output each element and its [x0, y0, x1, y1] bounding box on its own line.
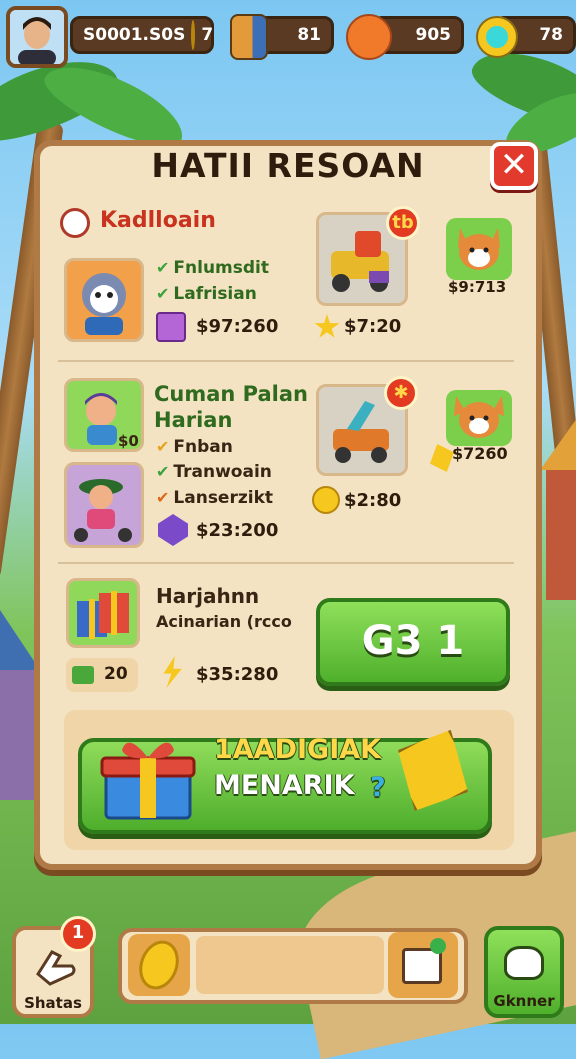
gallery-label: Gknner [493, 992, 555, 1010]
avatar-icon [10, 10, 64, 64]
gift-bundle-icon [77, 591, 129, 639]
section-2-rider-card[interactable] [64, 462, 144, 548]
gem-icon [476, 16, 518, 58]
crate-amount: 81 [297, 25, 321, 45]
player-avatar[interactable] [6, 6, 68, 68]
notification-badge: 1 [60, 916, 96, 952]
divider [58, 562, 514, 564]
banner-line-1: 1AADIGIAK [214, 734, 382, 765]
banner-question-mark: ? [370, 772, 386, 803]
cash-stack-icon [72, 666, 94, 684]
section-2-header-line-2: Harian [154, 408, 233, 432]
section-1-character-card[interactable] [64, 258, 144, 342]
gift-box-icon [156, 312, 186, 342]
section-2-car-badge: ✱ [384, 376, 418, 410]
fruit-amount: 905 [415, 25, 452, 45]
raccoon-character-icon [82, 273, 126, 335]
crate-icon [230, 14, 268, 60]
fox-pet-icon [458, 228, 500, 270]
hut-right [540, 400, 576, 600]
cloud-icon [504, 946, 544, 980]
coin-counter[interactable]: S0001.S0S 7 [70, 16, 214, 54]
check-icon: ✔ [156, 462, 170, 481]
section-2-item-3: ✔ Lanserzikt [156, 488, 273, 508]
claim-button[interactable]: G3 1 [316, 598, 510, 686]
rider-character-icon [74, 479, 132, 542]
section-1-item-2: ✔ Lafrisian [156, 284, 257, 304]
check-icon: ✔ [156, 488, 170, 507]
section-3-header: Harjahnn [156, 584, 260, 608]
dog-pet-icon [454, 396, 504, 438]
section-2-reward-price: $23:200 [196, 520, 279, 541]
coin-slot-button[interactable] [128, 934, 190, 996]
coin-cluster-icon [312, 486, 340, 514]
gem-amount: 78 [539, 25, 563, 45]
progress-track [196, 936, 384, 994]
gift-box-large-icon [100, 730, 196, 822]
coin-icon [191, 20, 196, 50]
cash-amount: 20 [104, 664, 128, 684]
section-3-gift-card[interactable] [66, 578, 140, 648]
coin-extra: 7 [201, 25, 214, 45]
gem-small-icon [430, 938, 446, 954]
close-icon: ✕ [499, 145, 529, 185]
section-2-char-count: $0 [118, 432, 139, 450]
section-2-header-line-1: Cuman Palan [154, 382, 308, 406]
check-icon: ✔ [156, 284, 170, 303]
section-1-header: Kadlloain [100, 208, 216, 233]
status-label: Shatas [24, 994, 82, 1012]
section-3-subheader: Acinarian (rcco [156, 612, 292, 631]
section-1-icon [60, 208, 90, 238]
section-1-car-price: $7:20 [344, 316, 402, 337]
section-2-item-1: ✔ Fnban [156, 437, 233, 457]
orange-fruit-icon [346, 14, 392, 60]
gallery-button[interactable]: Gknner [484, 926, 564, 1018]
divider [58, 360, 514, 362]
section-3-price: $35:280 [196, 664, 279, 685]
section-2-pet-price: $7260 [452, 444, 508, 463]
box-slot-button[interactable] [388, 932, 458, 998]
check-icon: ✔ [156, 258, 170, 277]
check-icon: ✔ [156, 437, 170, 456]
coin-amount: S0001.S0S [83, 25, 186, 45]
section-1-reward-price: $97:260 [196, 316, 279, 337]
section-2-pet-card[interactable] [446, 390, 512, 446]
cash-chip[interactable]: 20 [66, 658, 138, 692]
section-1-pet-card[interactable] [446, 218, 512, 280]
section-2-car-price: $2:80 [344, 490, 402, 511]
banner-line-2: MENARIK [214, 770, 355, 801]
top-resource-bar: S0001.S0S 7 81 905 78 [0, 0, 576, 72]
gold-coin-icon [132, 935, 186, 995]
section-2-item-2: ✔ Tranwoain [156, 462, 272, 482]
section-1-item-1: ✔ Fnlumsdit [156, 258, 270, 278]
close-button[interactable]: ✕ [490, 142, 538, 190]
section-1-car-badge: tb [386, 206, 420, 240]
section-1-pet-price: $9:713 [448, 278, 507, 296]
